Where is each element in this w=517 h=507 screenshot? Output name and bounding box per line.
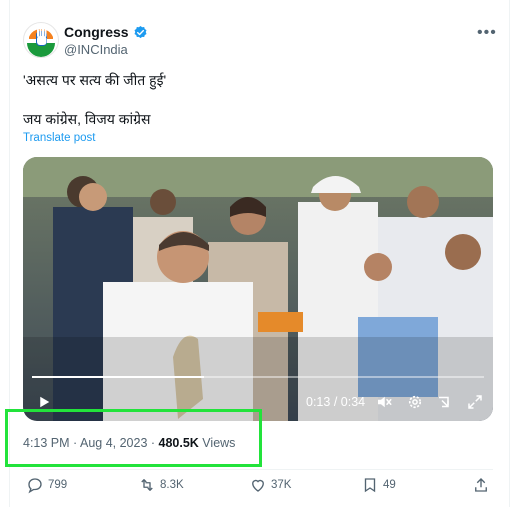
post-date[interactable]: Aug 4, 2023	[80, 436, 147, 450]
video-frame	[23, 157, 493, 421]
video-time-separator: /	[330, 395, 341, 409]
reply-count: 799	[48, 479, 68, 491]
repost-icon	[141, 479, 153, 491]
like-count: 37K	[271, 479, 292, 491]
mute-icon[interactable]	[375, 393, 393, 411]
account-name[interactable]: Congress	[64, 24, 129, 40]
video-time-elapsed: 0:13	[306, 395, 331, 409]
share-button[interactable]	[472, 476, 490, 494]
meta-dot: ·	[147, 436, 159, 450]
reply-button[interactable]: 799	[26, 476, 67, 494]
post-meta: 4:13 PM · Aug 4, 2023 · 480.5K Views	[23, 436, 235, 450]
heart-icon	[252, 479, 264, 492]
video-time: 0:13 / 0:34	[306, 395, 365, 409]
bookmark-button[interactable]: 49	[361, 476, 396, 494]
post-text-line2: जय कांग्रेस, विजय कांग्रेस	[23, 111, 151, 127]
fullscreen-icon[interactable]	[466, 393, 484, 411]
picture-in-picture-icon[interactable]	[436, 393, 454, 411]
meta-dot: ·	[69, 436, 80, 450]
video-player[interactable]: 0:13 / 0:34	[23, 157, 493, 421]
repost-button[interactable]: 8.3K	[138, 476, 184, 494]
video-progress-fill	[32, 376, 204, 378]
settings-gear-icon[interactable]	[406, 393, 424, 411]
reply-icon	[28, 478, 42, 494]
more-options-icon[interactable]: •••	[477, 24, 497, 42]
video-time-total: 0:34	[340, 395, 366, 409]
translate-post-link[interactable]: Translate post	[23, 132, 95, 144]
divider	[23, 469, 493, 470]
verified-badge-icon	[134, 25, 147, 38]
bookmark-count: 49	[383, 479, 396, 491]
account-handle[interactable]: @INCIndia	[64, 42, 128, 57]
views-label: Views	[198, 436, 236, 450]
post-text-line1: 'असत्य पर सत्य की जीत हुई'	[23, 72, 167, 88]
like-button[interactable]: 37K	[249, 476, 291, 494]
video-progress-track[interactable]	[32, 376, 484, 378]
share-icon	[475, 478, 487, 492]
repost-count: 8.3K	[160, 479, 184, 491]
account-name-row[interactable]: Congress	[64, 24, 148, 40]
avatar[interactable]	[23, 22, 59, 58]
views-count: 480.5K	[158, 436, 199, 450]
bookmark-icon	[364, 478, 376, 493]
post-time[interactable]: 4:13 PM	[23, 436, 70, 450]
